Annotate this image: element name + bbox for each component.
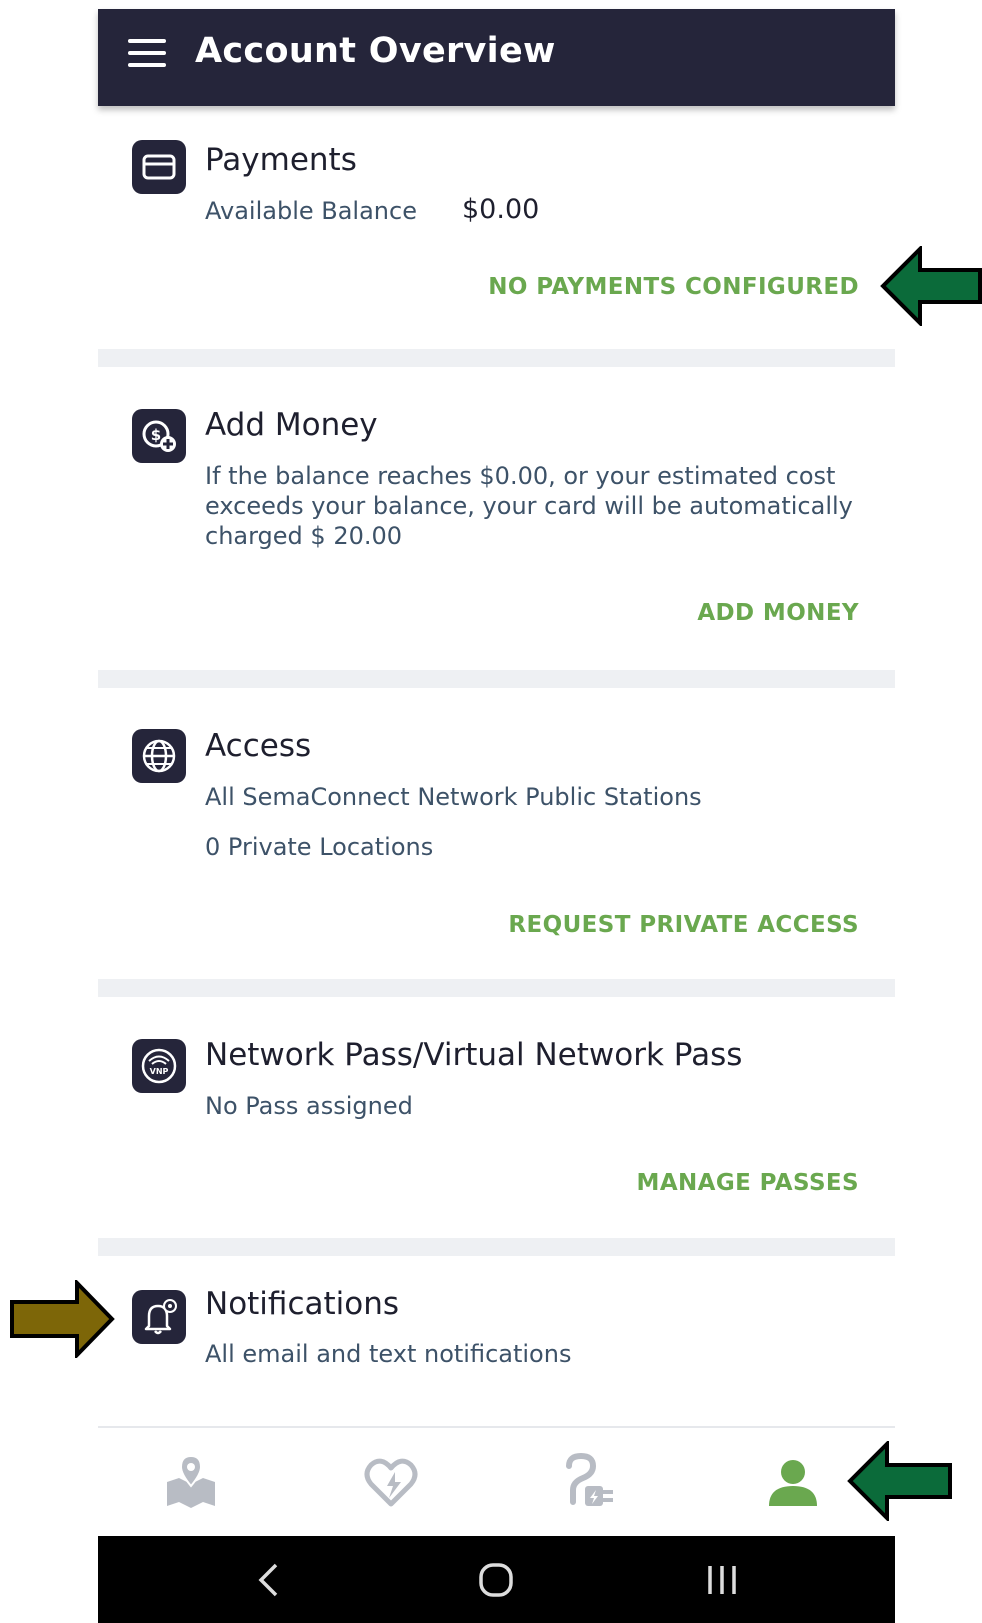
available-balance-value: $0.00 (462, 194, 540, 225)
page-title: Account Overview (195, 31, 556, 71)
map-icon[interactable] (161, 1452, 221, 1512)
access-public-stations: All SemaConnect Network Public Stations (205, 783, 702, 811)
notification-bell-icon (132, 1290, 186, 1344)
green-arrow-icon (847, 1441, 952, 1521)
payments-title: Payments (205, 142, 357, 178)
credit-card-icon (132, 140, 186, 194)
green-arrow-icon (880, 246, 982, 326)
bottom-navigation (98, 1426, 895, 1536)
notifications-description: All email and text notifications (205, 1340, 572, 1368)
hamburger-menu-icon[interactable] (128, 39, 166, 67)
app-screen: Account Overview Payments Available Bala… (98, 9, 895, 1623)
section-divider (98, 979, 895, 997)
add-money-description-line3: charged $ 20.00 (205, 522, 403, 550)
access-title: Access (205, 728, 312, 764)
section-divider (98, 349, 895, 367)
add-money-description-line2: exceeds your balance, your card will be … (205, 492, 853, 520)
request-private-access-button[interactable]: REQUEST PRIVATE ACCESS (508, 912, 859, 938)
recent-apps-icon[interactable] (704, 1562, 740, 1602)
home-icon[interactable] (478, 1562, 514, 1602)
no-payments-configured-button[interactable]: NO PAYMENTS CONFIGURED (488, 274, 859, 300)
add-money-button[interactable]: ADD MONEY (697, 600, 859, 626)
notifications-title: Notifications (205, 1286, 400, 1322)
section-divider (98, 1238, 895, 1256)
section-divider (98, 670, 895, 688)
payments-section: Payments Available Balance $0.00 NO PAYM… (98, 106, 895, 358)
add-money-title: Add Money (205, 407, 378, 443)
svg-text:$: $ (151, 426, 161, 444)
notifications-section: Notifications All email and text notific… (98, 1256, 895, 1424)
vnp-pass-icon: VNP (132, 1039, 186, 1093)
access-private-locations: 0 Private Locations (205, 833, 434, 861)
system-navigation-bar (98, 1536, 895, 1623)
add-money-description-line1: If the balance reaches $0.00, or your es… (205, 462, 836, 490)
network-pass-section: VNP Network Pass/Virtual Network Pass No… (98, 997, 895, 1259)
app-bar: Account Overview (98, 9, 895, 106)
network-pass-status: No Pass assigned (205, 1092, 413, 1120)
available-balance-label: Available Balance (205, 197, 417, 225)
add-money-section: $ Add Money If the balance reaches $0.00… (98, 367, 895, 677)
network-pass-title: Network Pass/Virtual Network Pass (205, 1037, 743, 1073)
gold-arrow-icon (10, 1280, 115, 1358)
favorites-icon[interactable] (361, 1452, 421, 1512)
back-icon[interactable] (256, 1562, 280, 1602)
manage-passes-button[interactable]: MANAGE PASSES (637, 1170, 859, 1196)
globe-icon (132, 729, 186, 783)
charging-icon[interactable] (561, 1452, 621, 1512)
add-money-icon: $ (132, 409, 186, 463)
vnp-icon-text: VNP (150, 1067, 169, 1076)
account-icon[interactable] (763, 1452, 823, 1512)
access-section: Access All SemaConnect Network Public St… (98, 688, 895, 988)
